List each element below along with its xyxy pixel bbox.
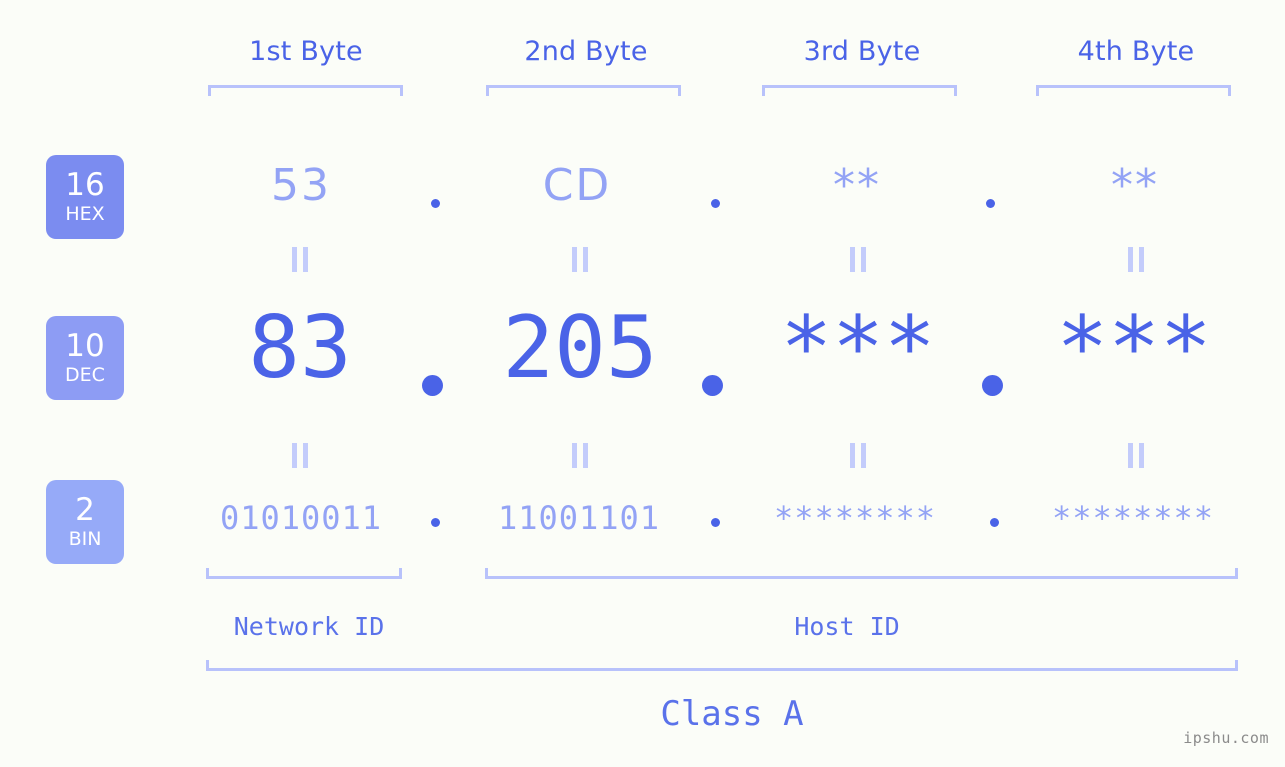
equals-marker-hex-dec-1 [291, 247, 309, 272]
byte-bracket-2 [486, 85, 681, 96]
host-id-label: Host ID [794, 612, 900, 641]
equals-marker-dec-bin-4 [1127, 443, 1145, 468]
bin-byte-3: ******** [773, 499, 937, 537]
hex-byte-4: ** [1111, 160, 1159, 211]
equals-marker-hex-dec-3 [849, 247, 867, 272]
byte-bracket-1 [208, 85, 403, 96]
equals-marker-hex-dec-4 [1127, 247, 1145, 272]
byte-bracket-4 [1036, 85, 1231, 96]
bin-dot-1 [431, 518, 440, 527]
byte-header-2: 2nd Byte [524, 36, 648, 67]
hex-dot-3 [986, 199, 995, 208]
hex-byte-2: CD [542, 160, 612, 211]
base-badge-bin-number: 2 [75, 492, 95, 528]
bin-byte-1: 01010011 [219, 499, 383, 537]
class-label: Class A [660, 694, 804, 734]
watermark: ipshu.com [1183, 729, 1269, 747]
network-id-bracket [206, 568, 402, 579]
equals-marker-dec-bin-3 [849, 443, 867, 468]
byte-bracket-3 [762, 85, 957, 96]
dec-dot-1 [422, 375, 443, 396]
base-badge-hex: 16 HEX [46, 155, 124, 239]
network-id-label: Network ID [233, 612, 385, 641]
base-badge-dec-name: DEC [65, 364, 105, 386]
hex-byte-1: 53 [271, 160, 331, 211]
hex-byte-3: ** [833, 160, 881, 211]
byte-header-3: 3rd Byte [803, 36, 921, 67]
bin-byte-2: 11001101 [497, 499, 661, 537]
base-badge-bin: 2 BIN [46, 480, 124, 564]
base-badge-bin-name: BIN [68, 528, 102, 550]
byte-header-1: 1st Byte [249, 36, 363, 67]
dec-byte-2: 205 [502, 298, 658, 398]
base-badge-hex-number: 16 [65, 167, 105, 203]
ip-breakdown-diagram: 1st Byte 2nd Byte 3rd Byte 4th Byte 16 H… [0, 0, 1285, 767]
bin-dot-3 [990, 518, 999, 527]
hex-dot-1 [431, 199, 440, 208]
dec-byte-3: *** [780, 298, 936, 398]
dec-byte-4: *** [1056, 298, 1212, 398]
equals-marker-dec-bin-2 [571, 443, 589, 468]
equals-marker-hex-dec-2 [571, 247, 589, 272]
base-badge-dec: 10 DEC [46, 316, 124, 400]
dec-dot-3 [982, 375, 1003, 396]
class-bracket [206, 660, 1238, 671]
hex-dot-2 [711, 199, 720, 208]
host-id-bracket [485, 568, 1238, 579]
byte-header-4: 4th Byte [1077, 36, 1195, 67]
base-badge-hex-name: HEX [65, 203, 105, 225]
dec-dot-2 [702, 375, 723, 396]
base-badge-dec-number: 10 [65, 328, 105, 364]
bin-byte-4: ******** [1051, 499, 1215, 537]
bin-dot-2 [711, 518, 720, 527]
dec-byte-1: 83 [248, 298, 352, 398]
equals-marker-dec-bin-1 [291, 443, 309, 468]
